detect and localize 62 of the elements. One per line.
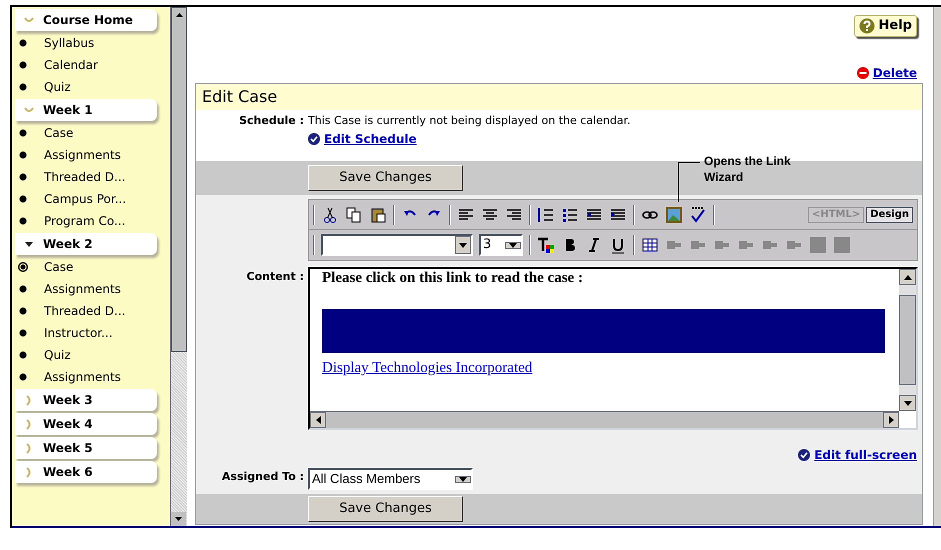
section-header[interactable]: Course Home [15, 9, 157, 31]
scroll-right-icon[interactable] [888, 416, 894, 424]
content-heading: Please click on this link to read the case : [322, 269, 584, 287]
sidebar-item[interactable]: Quiz [44, 346, 71, 364]
font-select[interactable] [321, 234, 473, 256]
section-header[interactable]: Week 5 [15, 437, 157, 459]
editor-area[interactable]: Please click on this link to read the case : Display Technologies Incorporated [308, 267, 918, 430]
help-icon [858, 18, 875, 34]
edit-full-screen-link[interactable]: Edit full-screen [814, 446, 917, 464]
sidebar-item[interactable]: Program Co... [44, 212, 126, 230]
sidebar-item[interactable]: Case [44, 124, 74, 142]
section-header[interactable]: Week 2 [15, 233, 157, 255]
case-link[interactable]: Display Technologies Incorporated [322, 357, 532, 380]
field-label: Content : [246, 269, 304, 285]
save-changes-button[interactable]: Save Changes [308, 496, 463, 522]
sidebar-item[interactable]: Threaded D... [44, 302, 126, 320]
scroll-down-icon[interactable] [171, 512, 186, 526]
sidebar-item[interactable]: Instructor... [44, 324, 113, 342]
save-changes-button[interactable]: Save Changes [308, 165, 463, 191]
sidebar-item[interactable]: Calendar [44, 56, 98, 74]
field-label: Assigned To : [222, 469, 304, 485]
horizontal-scrollbar[interactable] [310, 411, 899, 428]
size-select[interactable]: 3 [479, 234, 523, 256]
sidebar-scrollbar[interactable] [170, 7, 187, 526]
copy-icon[interactable] [345, 206, 363, 224]
table-icon[interactable] [641, 236, 659, 254]
field-label: Schedule : [239, 113, 304, 129]
edit-schedule-link[interactable]: Edit Schedule [324, 130, 417, 148]
scroll-left-icon[interactable] [316, 416, 320, 424]
check-circle-icon [308, 132, 320, 144]
section-header[interactable]: Week 6 [15, 461, 157, 483]
sidebar-item[interactable]: Threaded D... [44, 168, 126, 186]
delete-link[interactable]: Delete [872, 64, 917, 82]
assigned-select[interactable]: All Class Members [308, 468, 473, 490]
sidebar-item[interactable]: Assignments [44, 146, 121, 164]
mode-tab[interactable]: Design [866, 206, 913, 222]
spellcheck-icon[interactable] [689, 206, 707, 224]
callout-text: Opens the Link Wizard [704, 153, 792, 185]
section-header[interactable]: Week 4 [15, 413, 157, 435]
image-icon[interactable] [665, 206, 683, 224]
minus-circle-icon [856, 67, 869, 79]
panel-title: Edit Case [196, 84, 922, 110]
section-header[interactable]: Week 1 [15, 99, 157, 121]
sidebar-item[interactable]: Syllabus [44, 34, 94, 52]
section-header[interactable]: Week 3 [15, 389, 157, 411]
page-scrollbar[interactable] [933, 7, 941, 526]
numbered-list-icon[interactable] [537, 206, 555, 224]
clipboard-icon[interactable] [369, 206, 387, 224]
help-button[interactable]: Help [854, 15, 917, 37]
check-circle-icon [798, 449, 810, 461]
schedule-text: This Case is currently not being displayed on the calendar. [308, 113, 632, 129]
sidebar-item[interactable]: Quiz [44, 78, 71, 96]
underline-icon[interactable] [609, 236, 627, 254]
scroll-up-icon[interactable] [904, 274, 912, 280]
sidebar-item[interactable]: Assignments [44, 280, 121, 298]
vertical-scrollbar[interactable] [899, 269, 916, 411]
scissors-icon[interactable] [321, 206, 339, 224]
sidebar-item[interactable]: Campus Por... [44, 190, 126, 208]
sidebar-item[interactable]: Assignments [44, 368, 121, 386]
text-color-icon[interactable] [537, 236, 555, 254]
sidebar-item[interactable]: Case [44, 258, 74, 276]
scroll-down-icon[interactable] [904, 400, 912, 406]
